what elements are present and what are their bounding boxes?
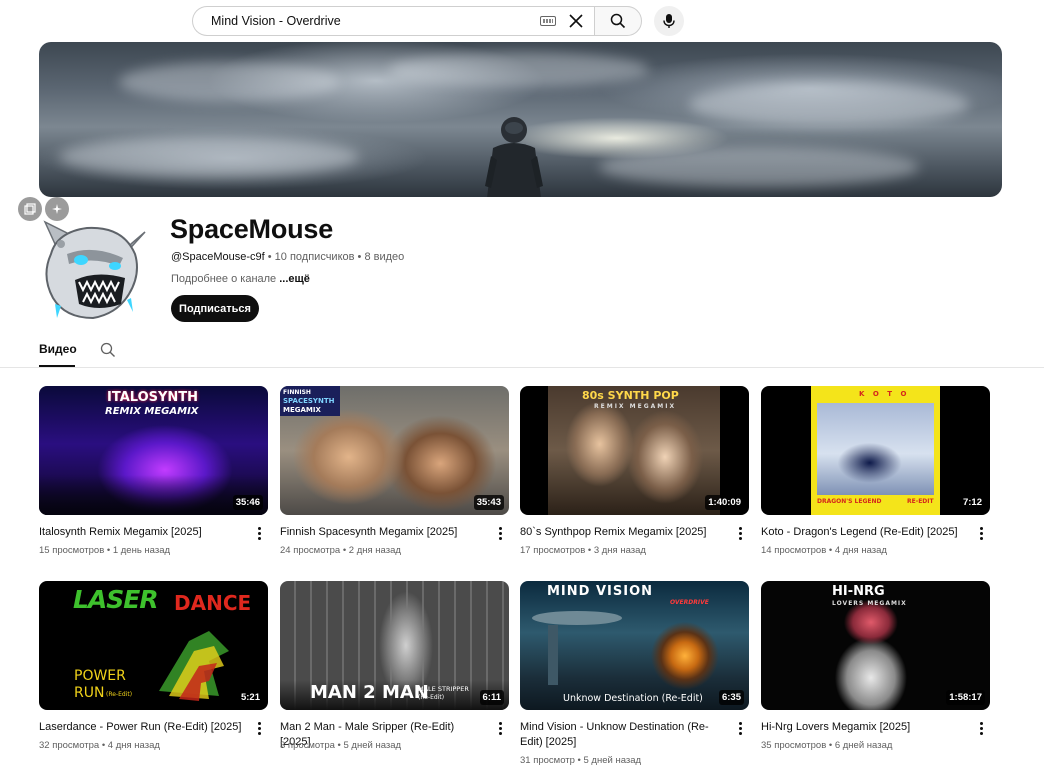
thumbnail-text: ITALOSYNTH xyxy=(107,390,199,405)
channel-meta: @SpaceMouse-c9f • 10 подписчиков • 8 вид… xyxy=(171,251,404,263)
thumbnail-text: SPACESYNTH xyxy=(283,397,335,405)
video-meta: 14 просмотров • 4 дня назад xyxy=(761,545,887,556)
video-thumbnail[interactable]: HI-NRG LOVERS MEGAMIX 1:58:17 xyxy=(761,581,990,710)
tabs-divider xyxy=(0,367,1044,368)
video-duration: 35:46 xyxy=(232,495,263,510)
video-meta: 35 просмотров • 6 дней назад xyxy=(761,740,893,751)
video-card[interactable]: MAN 2 MAN MALE STRIPPER (Re-Edit) 6:11 M… xyxy=(280,581,509,751)
video-duration: 35:43 xyxy=(473,495,504,510)
thumbnail-text: (Re-Edit) xyxy=(106,691,133,698)
search-input[interactable]: Mind Vision - Overdrive xyxy=(192,6,594,36)
voice-search-button[interactable] xyxy=(654,6,684,36)
video-meta: 17 просмотров • 3 дня назад xyxy=(520,545,646,556)
video-duration: 5:21 xyxy=(237,690,263,705)
thumbnail-text: HI-NRG xyxy=(832,584,885,599)
channel-about-label: Подробнее о канале xyxy=(171,273,280,285)
channel-name: SpaceMouse xyxy=(170,214,334,244)
video-duration: 1:58:17 xyxy=(946,690,985,705)
video-thumbnail[interactable]: FINNISH SPACESYNTH MEGAMIX 35:43 xyxy=(280,386,509,515)
channel-avatar[interactable] xyxy=(37,214,149,326)
video-title[interactable]: Hi-Nrg Lovers Megamix [2025] xyxy=(761,720,966,735)
thumbnail-text: OVERDRIVE xyxy=(670,599,709,606)
thumbnail-text: LOVERS MEGAMIX xyxy=(832,600,907,607)
video-title[interactable]: Italosynth Remix Megamix [2025] xyxy=(39,525,244,540)
video-thumbnail[interactable]: ITALOSYNTH REMIX MEGAMIX 35:46 xyxy=(39,386,268,515)
channel-about-more[interactable]: ...ещё xyxy=(279,273,310,285)
video-thumbnail[interactable]: LASER DANCE POWER RUN (Re-Edit) 5:21 xyxy=(39,581,268,710)
video-card[interactable]: LASER DANCE POWER RUN (Re-Edit) 5:21 Las… xyxy=(39,581,268,751)
video-meta: 24 просмотра • 2 дня назад xyxy=(280,545,401,556)
video-card[interactable]: K O T O DRAGON'S LEGEND RE-EDIT 7:12 Kot… xyxy=(761,386,990,556)
thumbnail-text: DANCE xyxy=(174,591,252,615)
search-button[interactable] xyxy=(594,6,642,36)
video-thumbnail[interactable]: 80s SYNTH POP REMIX MEGAMIX 1:40:09 xyxy=(520,386,749,515)
close-icon[interactable] xyxy=(566,11,586,31)
channel-search-button[interactable] xyxy=(100,342,116,363)
video-card[interactable]: HI-NRG LOVERS MEGAMIX 1:58:17 Hi-Nrg Lov… xyxy=(761,581,990,751)
thumbnail-runner xyxy=(159,631,229,701)
thumbnail-text: FINNISH xyxy=(283,389,311,396)
video-title[interactable]: 80`s Synthpop Remix Megamix [2025] xyxy=(520,525,725,540)
more-vert-icon[interactable] xyxy=(976,525,986,541)
more-vert-icon[interactable] xyxy=(735,720,745,736)
video-duration: 1:40:09 xyxy=(705,495,744,510)
channel-handle: @SpaceMouse-c9f xyxy=(171,251,265,263)
search-bar: Mind Vision - Overdrive xyxy=(192,6,642,36)
search-icon xyxy=(100,342,115,357)
thumbnail-text: REMIX MEGAMIX xyxy=(105,406,199,417)
more-vert-icon[interactable] xyxy=(976,720,986,736)
thumbnail-text: POWER xyxy=(74,668,126,684)
thumbnail-text: RE-EDIT xyxy=(907,498,934,505)
thumbnail-text: RUN xyxy=(74,685,105,701)
video-meta: 15 просмотров • 1 день назад xyxy=(39,545,171,556)
channel-banner xyxy=(39,42,1002,197)
video-title[interactable]: Mind Vision - Unknow Destination (Re-Edi… xyxy=(520,720,725,750)
image-icon xyxy=(24,203,36,215)
more-vert-icon[interactable] xyxy=(495,525,505,541)
thumbnail-text: K O T O xyxy=(859,390,910,398)
video-title[interactable]: Koto - Dragon's Legend (Re-Edit) [2025] xyxy=(761,525,966,540)
microphone-icon xyxy=(663,14,675,28)
more-vert-icon[interactable] xyxy=(495,720,505,736)
thumbnail-text: REMIX MEGAMIX xyxy=(594,403,677,410)
subscribe-button[interactable]: Подписаться xyxy=(171,295,259,322)
keyboard-icon[interactable] xyxy=(540,16,556,26)
thumbnail-text: DRAGON'S LEGEND xyxy=(817,498,882,505)
video-duration: 6:35 xyxy=(718,690,744,705)
video-meta: 32 просмотра • 4 дня назад xyxy=(39,740,160,751)
video-thumbnail[interactable]: MIND VISION OVERDRIVE Unknow Destination… xyxy=(520,581,749,710)
thumbnail-text: 80s SYNTH POP xyxy=(582,389,679,402)
search-query[interactable]: Mind Vision - Overdrive xyxy=(211,14,540,28)
search-icon xyxy=(610,13,626,29)
thumbnail-text: MALE STRIPPER xyxy=(418,685,469,693)
tab-videos[interactable]: Видео xyxy=(39,342,77,356)
channel-stats: • 10 подписчиков • 8 видео xyxy=(264,251,405,263)
video-card[interactable]: FINNISH SPACESYNTH MEGAMIX 35:43 Finnish… xyxy=(280,386,509,556)
video-card[interactable]: MIND VISION OVERDRIVE Unknow Destination… xyxy=(520,581,749,766)
video-duration: 7:12 xyxy=(959,495,985,510)
thumbnail-text: LASER xyxy=(73,585,159,614)
channel-about[interactable]: Подробнее о канале ...ещё xyxy=(171,273,310,285)
video-thumbnail[interactable]: MAN 2 MAN MALE STRIPPER (Re-Edit) 6:11 xyxy=(280,581,509,710)
thumbnail-text: (Re-Edit) xyxy=(418,694,445,701)
video-title[interactable]: Finnish Spacesynth Megamix [2025] xyxy=(280,525,485,540)
video-card[interactable]: 80s SYNTH POP REMIX MEGAMIX 1:40:09 80`s… xyxy=(520,386,749,556)
thumbnail-text: Unknow Destination (Re-Edit) xyxy=(563,693,703,704)
video-duration: 6:11 xyxy=(479,690,504,705)
astronaut-figure xyxy=(485,117,543,197)
video-title[interactable]: Laserdance - Power Run (Re-Edit) [2025] xyxy=(39,720,244,735)
video-meta: 31 просмотр • 5 дней назад xyxy=(520,755,642,766)
thumbnail-text: MIND VISION xyxy=(547,584,653,599)
more-vert-icon[interactable] xyxy=(254,525,264,541)
video-card[interactable]: ITALOSYNTH REMIX MEGAMIX 35:46 Italosynt… xyxy=(39,386,268,556)
more-vert-icon[interactable] xyxy=(254,720,264,736)
thumbnail-text: MAN 2 MAN xyxy=(310,682,429,703)
video-meta: 3 просмотра • 5 дней назад xyxy=(280,740,402,751)
video-thumbnail[interactable]: K O T O DRAGON'S LEGEND RE-EDIT 7:12 xyxy=(761,386,990,515)
more-vert-icon[interactable] xyxy=(735,525,745,541)
thumbnail-text: MEGAMIX xyxy=(283,406,321,414)
